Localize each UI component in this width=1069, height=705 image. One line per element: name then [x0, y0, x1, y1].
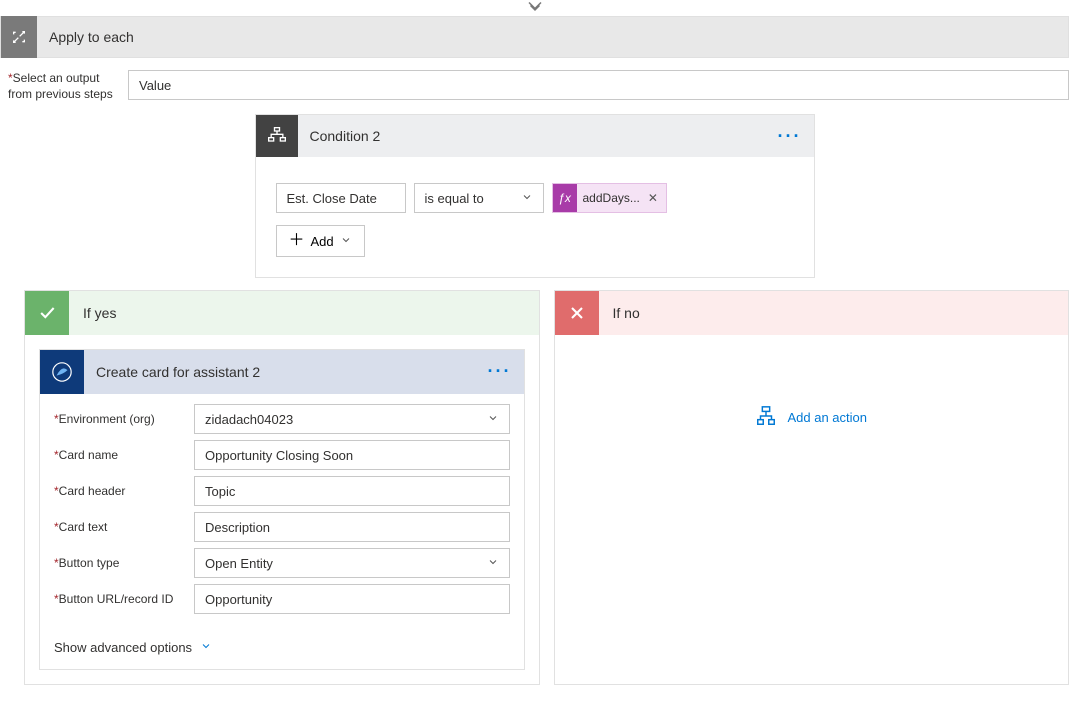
card-header-label: *Card header	[54, 484, 194, 498]
button-type-value: Open Entity	[205, 556, 273, 571]
card-header-value: Topic	[205, 484, 235, 499]
more-menu-icon[interactable]: ···	[778, 127, 802, 145]
card-text-label: *Card text	[54, 520, 194, 534]
condition-expression-row: Est. Close Date is equal to ƒx addDays..…	[276, 183, 794, 213]
if-yes-title: If yes	[69, 305, 116, 321]
condition-operator-select[interactable]: is equal to	[414, 183, 544, 213]
output-label-line1: Select an output	[13, 71, 100, 85]
chevron-down-icon	[487, 556, 499, 571]
create-card-action: Create card for assistant 2 ··· *Environ…	[39, 349, 525, 670]
condition-left-text: Est. Close Date	[287, 191, 377, 206]
action-title: Create card for assistant 2	[84, 364, 260, 380]
chevron-down-icon	[340, 234, 352, 249]
card-name-label: *Card name	[54, 448, 194, 462]
dynamics-icon	[40, 350, 84, 394]
close-icon[interactable]: ✕	[644, 191, 666, 205]
add-action-button[interactable]: Add an action	[755, 405, 867, 430]
fx-label: addDays...	[583, 191, 644, 205]
card-header-input[interactable]: Topic	[194, 476, 510, 506]
loop-icon	[1, 16, 37, 58]
output-value-input[interactable]	[128, 70, 1069, 100]
card-name-input[interactable]: Opportunity Closing Soon	[194, 440, 510, 470]
plus-icon: ＋	[289, 233, 305, 249]
button-url-input[interactable]: Opportunity	[194, 584, 510, 614]
if-no-title: If no	[599, 305, 640, 321]
show-advanced-toggle[interactable]: Show advanced options	[40, 628, 524, 669]
add-action-label: Add an action	[787, 410, 867, 425]
apply-to-each-title: Apply to each	[37, 29, 134, 45]
chevron-down-icon	[487, 412, 499, 427]
condition-left-operand[interactable]: Est. Close Date	[276, 183, 406, 213]
card-name-value: Opportunity Closing Soon	[205, 448, 353, 463]
more-menu-icon[interactable]: ···	[488, 362, 512, 380]
chevron-down-icon	[200, 640, 212, 655]
condition-operator-text: is equal to	[425, 191, 484, 206]
output-label: *Select an output from previous steps	[8, 70, 128, 102]
env-value: zidadach04023	[205, 412, 293, 427]
if-no-header[interactable]: If no	[555, 291, 1069, 335]
fx-icon: ƒx	[553, 183, 577, 213]
condition-right-fx-chip[interactable]: ƒx addDays... ✕	[552, 183, 667, 213]
if-yes-header[interactable]: If yes	[25, 291, 539, 335]
x-icon	[555, 291, 599, 335]
button-url-value: Opportunity	[205, 592, 272, 607]
button-url-label: *Button URL/record ID	[54, 592, 194, 606]
env-select[interactable]: zidadach04023	[194, 404, 510, 434]
card-text-input[interactable]: Description	[194, 512, 510, 542]
condition-card: Condition 2 ··· Est. Close Date is equal…	[255, 114, 815, 278]
button-type-label: *Button type	[54, 556, 194, 570]
card-text-value: Description	[205, 520, 270, 535]
add-label: Add	[311, 234, 334, 249]
add-action-icon	[755, 405, 777, 430]
apply-to-each-header[interactable]: Apply to each	[0, 16, 1069, 58]
flow-connector-top	[0, 0, 1069, 16]
output-label-line2: from previous steps	[8, 87, 113, 101]
button-type-select[interactable]: Open Entity	[194, 548, 510, 578]
condition-icon	[256, 115, 298, 157]
check-icon	[25, 291, 69, 335]
chevron-down-icon	[521, 191, 533, 206]
if-yes-branch: If yes Create card for assistant 2 ··· *…	[24, 290, 540, 685]
condition-header[interactable]: Condition 2 ···	[256, 115, 814, 157]
action-header[interactable]: Create card for assistant 2 ···	[40, 350, 524, 394]
condition-title: Condition 2	[298, 128, 381, 144]
output-selector-row: *Select an output from previous steps	[0, 58, 1069, 114]
env-label: *Environment (org)	[54, 412, 194, 426]
show-advanced-label: Show advanced options	[54, 640, 192, 655]
add-condition-button[interactable]: ＋ Add	[276, 225, 365, 257]
if-no-branch: If no Add an action	[554, 290, 1069, 685]
arrow-down-icon	[526, 0, 544, 17]
